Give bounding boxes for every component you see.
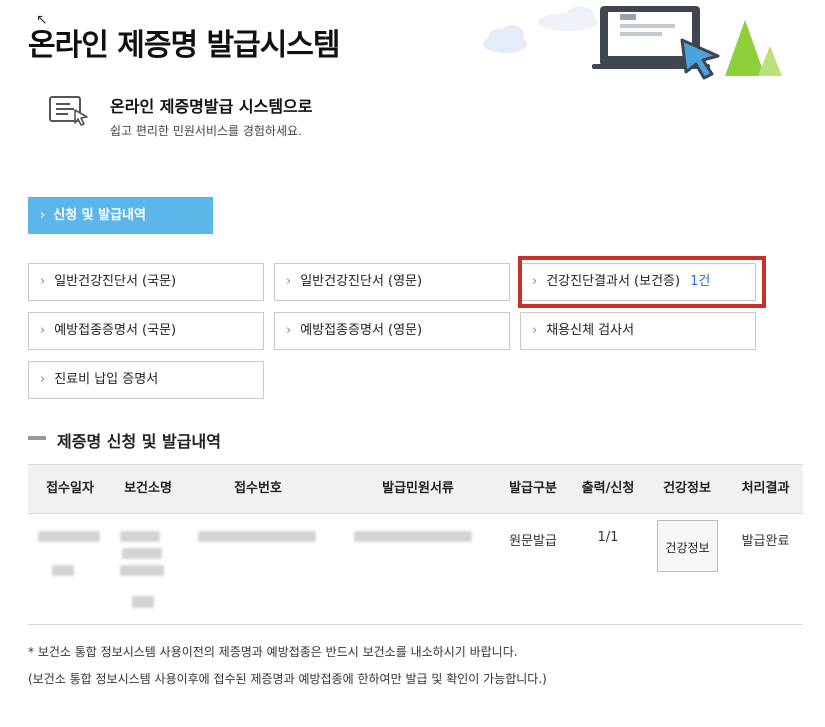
cloud-icon — [483, 25, 527, 53]
chevron-right-icon: › — [286, 323, 292, 338]
doc-button-label: 예방접종증명서 (영문) — [300, 323, 423, 338]
blurred-health-center — [132, 596, 154, 608]
header-illustration — [483, 6, 782, 80]
print-apply-count: 1/1 — [597, 530, 619, 545]
intro-subtitle: 쉽고 편리한 민원서비스를 경험하세요. — [110, 124, 302, 138]
document-icon — [49, 96, 88, 126]
doc-button-medical-payment[interactable]: › 진료비 납입 증명서 — [28, 361, 264, 399]
issue-type: 원문발급 — [509, 534, 557, 549]
health-info-button-label: 건강정보 — [665, 541, 710, 555]
chevron-right-icon: › — [40, 208, 46, 223]
intro-title: 온라인 제증명발급 시스템으로 — [110, 97, 313, 116]
column-header: 보건소명 — [124, 481, 172, 496]
column-header: 출력/신청 — [581, 481, 635, 496]
doc-button-label: 예방접종증명서 (국문) — [54, 323, 177, 338]
blurred-health-center — [120, 531, 160, 542]
chevron-right-icon: › — [532, 323, 538, 338]
blurred-document — [354, 531, 472, 542]
doc-button-employment-exam[interactable]: › 채용신체 검사서 — [520, 312, 756, 350]
note-text: (보건소 통합 정보시스템 사용이후에 접수된 제증명과 예방접종에 한하여만 … — [28, 672, 547, 686]
tree-icon — [725, 20, 782, 76]
health-info-button[interactable]: 건강정보 — [657, 520, 718, 572]
column-header: 건강정보 — [663, 481, 711, 496]
section-bar — [28, 436, 46, 440]
blurred-health-center — [122, 548, 162, 559]
chevron-right-icon: › — [40, 274, 46, 289]
chevron-right-icon: › — [286, 274, 292, 289]
column-header: 처리결과 — [741, 481, 790, 496]
doc-button-general-health-ko[interactable]: › 일반건강진단서 (국문) — [28, 263, 264, 301]
column-header: 발급민원서류 — [382, 481, 454, 496]
cloud-icon — [538, 6, 598, 31]
doc-button-label: 진료비 납입 증명서 — [54, 372, 159, 387]
table-header: 접수일자 보건소명 접수번호 발급민원서류 발급구분 출력/신청 건강정보 처리… — [28, 464, 803, 514]
doc-button-label: 일반건강진단서 (국문) — [54, 274, 177, 289]
tab-label: 신청 및 발급내역 — [53, 208, 146, 223]
blurred-receipt-date — [38, 531, 100, 542]
column-header: 접수일자 — [46, 481, 94, 496]
table-bottom-border — [28, 624, 803, 625]
doc-button-label: 채용신체 검사서 — [546, 323, 635, 338]
column-header: 접수번호 — [234, 481, 282, 496]
doc-button-vaccination-en[interactable]: › 예방접종증명서 (영문) — [274, 312, 510, 350]
column-header: 발급구분 — [509, 481, 557, 496]
section-title: 제증명 신청 및 발급내역 — [57, 432, 221, 451]
doc-button-vaccination-ko[interactable]: › 예방접종증명서 (국문) — [28, 312, 264, 350]
page-title: 온라인 제증명 발급시스템 — [28, 28, 340, 63]
blurred-health-center — [120, 565, 164, 576]
process-result: 발급완료 — [741, 534, 790, 549]
highlight-box — [518, 256, 766, 308]
doc-button-label: 일반건강진단서 (영문) — [300, 274, 423, 289]
tab-issue-history[interactable]: › 신청 및 발급내역 — [28, 197, 213, 234]
blurred-receipt-number — [198, 531, 316, 542]
blurred-receipt-date — [52, 565, 74, 576]
doc-button-general-health-en[interactable]: › 일반건강진단서 (영문) — [274, 263, 510, 301]
note-text: * 보건소 통합 정보시스템 사용이전의 제증명과 예방접종은 반드시 보건소를… — [28, 645, 518, 659]
chevron-right-icon: › — [40, 372, 46, 387]
chevron-right-icon: › — [40, 323, 46, 338]
